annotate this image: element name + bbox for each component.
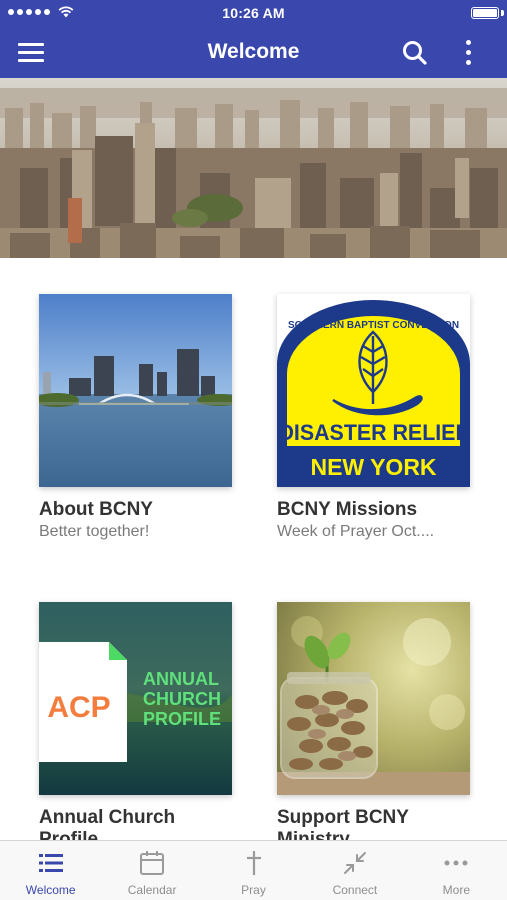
- acp-line2-text: CHURCH: [143, 689, 221, 709]
- logo-arc-text: SOUTHERN BAPTIST CONVENTION: [288, 320, 459, 331]
- tab-connect[interactable]: Connect: [304, 841, 405, 900]
- battery-tip: [501, 10, 504, 16]
- card-title: Annual Church Profile: [39, 807, 176, 840]
- card-bcny-missions[interactable]: SOUTHERN BAPTIST CONVENTION DISASTER REL…: [277, 294, 470, 541]
- search-icon[interactable]: [400, 38, 430, 68]
- card-about-bcny[interactable]: About BCNY Better together!: [39, 294, 232, 541]
- acp-line1-text: ANNUAL: [143, 669, 219, 689]
- acp-line3-text: PROFILE: [143, 709, 221, 729]
- battery-icon: [471, 7, 499, 19]
- more-dots-icon: [444, 860, 468, 866]
- status-time: 10:26 AM: [222, 5, 285, 21]
- card-title: BCNY Missions: [277, 499, 418, 520]
- acp-badge-text: ACP: [47, 691, 110, 724]
- tab-calendar[interactable]: Calendar: [101, 841, 202, 900]
- coin-jar-image: [277, 602, 470, 795]
- tab-label: Pray: [241, 883, 266, 897]
- tab-more[interactable]: More: [406, 841, 507, 900]
- tab-label: More: [442, 883, 470, 897]
- hero-city-image: [0, 78, 507, 258]
- city-skyline-image: [0, 78, 507, 258]
- acp-graphic: ACP ANNUAL CHURCH PROFILE: [39, 602, 232, 795]
- card-subtitle: Week of Prayer Oct....: [277, 523, 435, 540]
- bottom-tab-bar: Welcome Calendar Pray Connect More: [0, 840, 507, 900]
- overflow-menu-button[interactable]: [456, 36, 480, 68]
- city-river-image: [39, 294, 232, 487]
- card-image-disaster-relief: SOUTHERN BAPTIST CONVENTION DISASTER REL…: [277, 294, 470, 487]
- card-image-city-river: [39, 294, 232, 487]
- card-title: Support BCNY Ministry: [277, 807, 409, 840]
- status-bar: 10:26 AM: [0, 0, 507, 26]
- tab-label: Connect: [332, 883, 378, 897]
- card-annual-church-profile[interactable]: ACP ANNUAL CHURCH PROFILE Annual Church …: [39, 602, 232, 840]
- logo-line2-text: NEW YORK: [310, 454, 436, 480]
- card-image-acp: ACP ANNUAL CHURCH PROFILE: [39, 602, 232, 795]
- logo-line1-text: DISASTER RELIEF: [279, 420, 469, 445]
- card-title: About BCNY: [39, 499, 153, 520]
- tab-label: Calendar: [127, 883, 177, 897]
- tab-welcome[interactable]: Welcome: [0, 841, 101, 900]
- list-icon: [38, 854, 63, 872]
- tab-pray[interactable]: Pray: [203, 841, 304, 900]
- card-subtitle: Better together!: [39, 523, 150, 540]
- card-support-bcny-ministry[interactable]: Support BCNY Ministry: [277, 602, 470, 840]
- content-grid: About BCNY Better together! SOUTHERN BAP…: [0, 258, 507, 840]
- disaster-relief-logo: SOUTHERN BAPTIST CONVENTION DISASTER REL…: [277, 294, 470, 487]
- card-image-coin-jar: [277, 602, 470, 795]
- app-bar: Welcome: [0, 26, 507, 78]
- page-title: Welcome: [207, 40, 300, 63]
- connect-arrows-icon: [343, 852, 366, 874]
- cross-icon: [246, 851, 261, 875]
- tab-label: Welcome: [25, 883, 76, 897]
- calendar-icon: [140, 851, 165, 875]
